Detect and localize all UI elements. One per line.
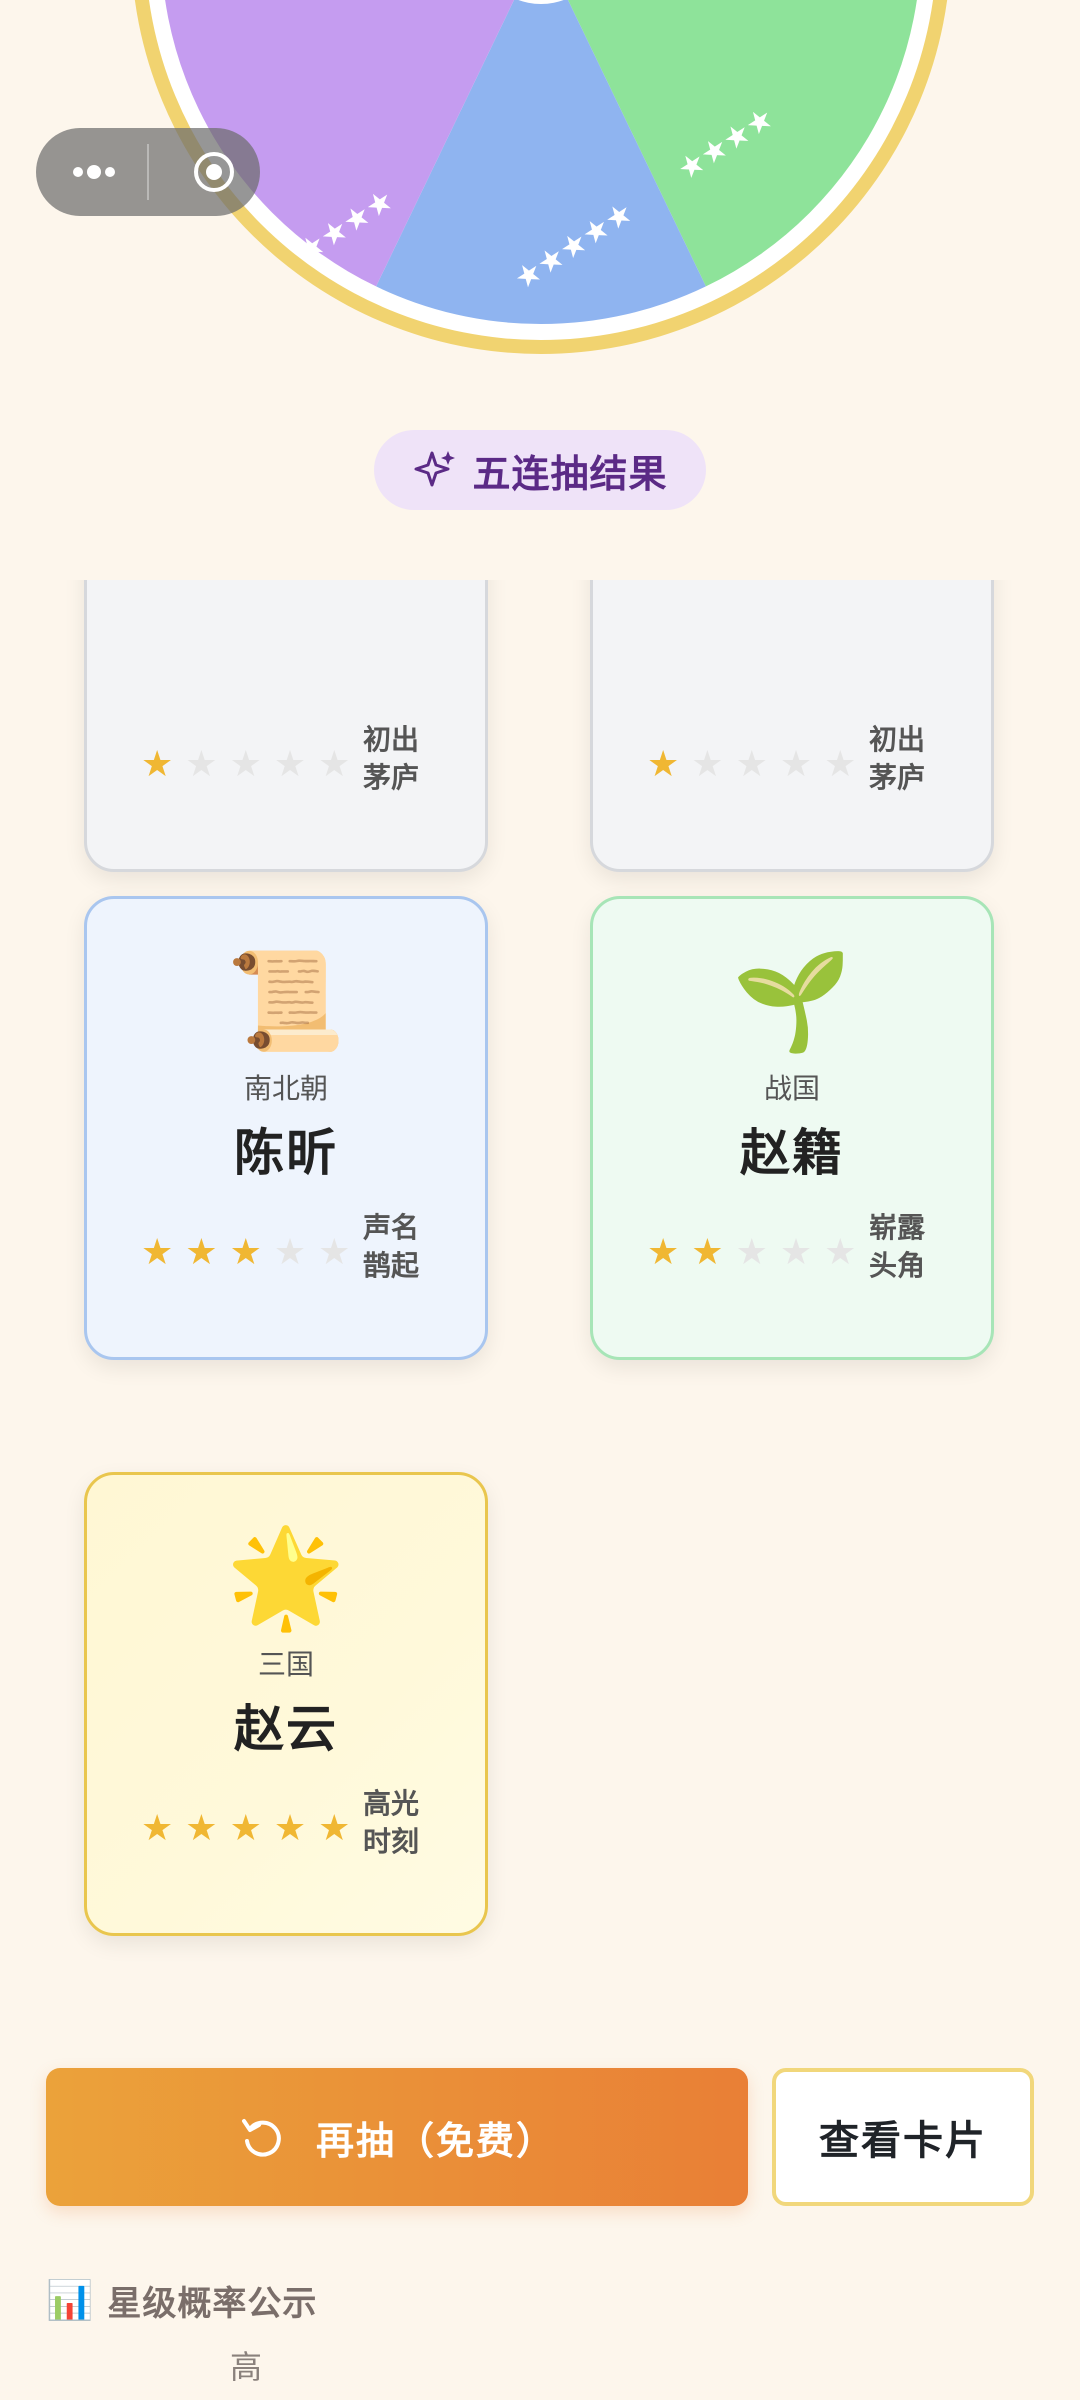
- star-icon: ★: [318, 1808, 351, 1849]
- five-draw-result-pill: 五连抽结果: [374, 430, 706, 510]
- star-probability-heading: 📊 星级概率公示: [46, 2276, 317, 2325]
- star-icon: ★: [779, 744, 813, 785]
- star-icon: ★: [647, 1232, 680, 1273]
- view-cards-button[interactable]: 查看卡片: [772, 2068, 1034, 2206]
- sparkle-icon: [414, 451, 456, 487]
- star-icon: ★: [735, 744, 768, 785]
- star-icon: ★: [273, 1232, 307, 1273]
- star-icon: ★: [185, 744, 218, 785]
- capsule-divider: [147, 144, 149, 200]
- redraw-free-button[interactable]: 再抽（免费）: [46, 2068, 748, 2206]
- card-stars: ★ ★ ★ ★ ★: [141, 1233, 350, 1273]
- card-name: 赵云: [234, 1700, 338, 1758]
- card-rank-line1: 初出: [363, 723, 420, 756]
- card-stars: ★ ★ ★ ★ ★: [141, 745, 350, 785]
- card-dynasty: 南北朝: [243, 1072, 328, 1105]
- star-icon: ★: [318, 1232, 351, 1273]
- result-card[interactable]: 🌟 三国 赵云 ★ ★ ★ ★ ★ 高光 时刻: [84, 1472, 488, 1936]
- card-stars: ★ ★ ★ ★ ★: [141, 1809, 350, 1849]
- star-icon: ★: [824, 744, 857, 785]
- star-icon: ★: [691, 744, 724, 785]
- star-icon: ★: [735, 1232, 768, 1273]
- miniprogram-capsule: [36, 128, 260, 216]
- star-icon: ★: [318, 744, 351, 785]
- card-rank-line1: 高光: [363, 1787, 420, 1820]
- card-name: 赵籍: [740, 1124, 844, 1182]
- star-icon: ★: [141, 1808, 174, 1849]
- more-icon[interactable]: [64, 152, 124, 192]
- card-rank-line2: 鹊起: [363, 1249, 420, 1282]
- star-icon: ★: [647, 744, 680, 785]
- result-card[interactable]: ★ ★ ★ ★ ★ 初出 茅庐: [84, 580, 488, 872]
- star-icon: ★: [824, 1232, 857, 1273]
- card-rank-badge: 崭露 头角: [869, 1209, 933, 1285]
- five-draw-result-label: 五连抽结果: [472, 451, 668, 496]
- scroll-icon: 📜: [226, 945, 346, 1057]
- seedling-icon: 🌱: [732, 945, 852, 1057]
- glowing-star-icon: 🌟: [226, 1521, 346, 1633]
- probability-level-label: 高: [230, 2348, 263, 2386]
- card-rank-badge: 声名 鹊起: [363, 1209, 427, 1285]
- card-rank-line2: 头角: [869, 1249, 926, 1282]
- card-rank-line1: 声名: [363, 1211, 420, 1244]
- result-card[interactable]: 🌱 战国 赵籍 ★ ★ ★ ★ ★ 崭露 头角: [590, 896, 994, 1360]
- card-stars: ★ ★ ★ ★ ★: [647, 745, 856, 785]
- star-icon: ★: [141, 1232, 174, 1273]
- card-name: 陈昕: [234, 1124, 338, 1182]
- star-icon: ★: [229, 1232, 262, 1273]
- redraw-free-label: 再抽（免费）: [315, 2120, 556, 2163]
- card-rank-line2: 茅庐: [363, 761, 420, 794]
- star-icon: ★: [185, 1232, 218, 1273]
- star-icon: ★: [229, 1808, 262, 1849]
- card-dynasty: 战国: [763, 1072, 820, 1105]
- bar-chart-icon: 📊: [46, 2278, 94, 2322]
- card-rank-line1: 初出: [869, 723, 926, 756]
- card-rank-badge: 初出 茅庐: [363, 721, 427, 797]
- result-card[interactable]: 📜 南北朝 陈昕 ★ ★ ★ ★ ★ 声名 鹊起: [84, 896, 488, 1360]
- result-cards-list[interactable]: ★ ★ ★ ★ ★ 初出 茅庐 ★ ★ ★ ★ ★ 初出 茅庐 📜 南北朝 陈昕 ★ ★ ★ ★ ★ 声…: [0, 580, 1080, 2020]
- star-icon: ★: [229, 744, 262, 785]
- star-icon: ★: [273, 744, 307, 785]
- star-icon: ★: [141, 744, 174, 785]
- view-cards-label: 查看卡片: [819, 2118, 987, 2164]
- card-rank-line2: 茅庐: [869, 761, 926, 794]
- star-icon: ★: [273, 1808, 307, 1849]
- card-stars: ★ ★ ★ ★ ★: [647, 1233, 856, 1273]
- star-icon: ★: [185, 1808, 218, 1849]
- star-icon: ★: [691, 1232, 724, 1273]
- refresh-icon: [241, 2119, 281, 2157]
- card-rank-line1: 崭露: [869, 1211, 926, 1244]
- card-dynasty: 三国: [257, 1648, 314, 1681]
- star-icon: ★: [779, 1232, 813, 1273]
- close-miniprogram-icon[interactable]: [192, 150, 236, 194]
- card-rank-line2: 时刻: [363, 1825, 420, 1858]
- card-rank-badge: 高光 时刻: [363, 1785, 427, 1861]
- star-probability-title: 星级概率公示: [107, 2284, 318, 2324]
- card-rank-badge: 初出 茅庐: [869, 721, 933, 797]
- result-card[interactable]: ★ ★ ★ ★ ★ 初出 茅庐: [590, 580, 994, 872]
